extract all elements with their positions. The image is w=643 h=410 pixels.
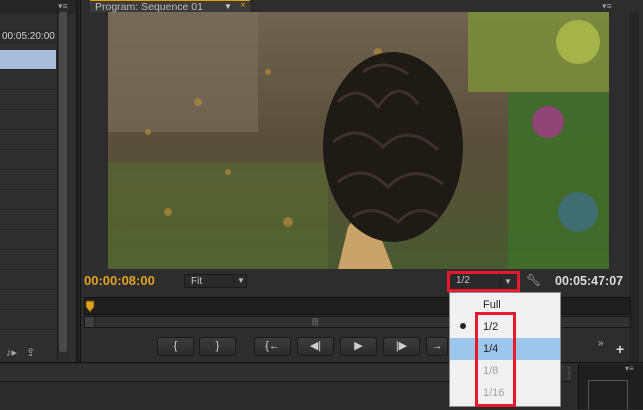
go-to-in-button[interactable]: {←: [254, 337, 291, 356]
add-button-icon[interactable]: +: [616, 342, 630, 356]
left-bottom-icons: ♪▸ ⇪: [6, 346, 60, 360]
list-item[interactable]: [0, 110, 56, 130]
left-timecode: 00:05:20:00: [0, 30, 56, 44]
mark-out-button[interactable]: }: [199, 337, 236, 356]
list-item[interactable]: [0, 170, 56, 190]
go-to-out-icon: →: [431, 340, 443, 352]
go-to-in-icon: {←: [265, 340, 280, 352]
step-forward-button[interactable]: |▶: [383, 337, 420, 356]
list-item[interactable]: [0, 190, 56, 210]
wrench-icon[interactable]: 🔧︎: [526, 272, 544, 288]
chevron-down-icon[interactable]: ▼: [500, 276, 514, 287]
annotation-highlight-box: [475, 312, 516, 407]
duration-timecode: 00:05:47:07: [555, 274, 624, 288]
step-back-icon: ◀|: [309, 340, 322, 352]
list-item[interactable]: [0, 150, 56, 170]
play-button[interactable]: ▶: [340, 337, 377, 356]
audio-toggle-icon[interactable]: ♪▸: [6, 347, 17, 359]
mark-in-icon: {: [173, 340, 178, 352]
chevron-down-icon[interactable]: ▼: [233, 276, 245, 286]
mark-in-button[interactable]: {: [157, 337, 194, 356]
selected-bullet-icon: [460, 323, 466, 329]
grip-icon[interactable]: |||: [312, 317, 322, 327]
grip-icon[interactable]: ⁞ ⁞: [568, 367, 574, 384]
list-item[interactable]: [0, 90, 56, 110]
list-item[interactable]: [0, 230, 56, 250]
current-timecode[interactable]: 00:00:08:00: [84, 273, 174, 289]
export-frame-icon[interactable]: ⇪: [26, 347, 35, 359]
step-forward-icon: |▶: [395, 340, 408, 352]
chevron-down-icon[interactable]: ▼: [224, 1, 236, 12]
list-item[interactable]: [0, 270, 56, 290]
left-track-list: [0, 50, 56, 335]
close-icon[interactable]: ×: [240, 0, 250, 12]
go-to-out-button[interactable]: →: [426, 337, 448, 356]
playhead-icon[interactable]: [85, 300, 95, 314]
play-icon: ▶: [354, 340, 363, 352]
list-item[interactable]: [0, 210, 56, 230]
panel-menu-icon[interactable]: ▾≡: [625, 364, 639, 374]
menu-item-label: Full: [483, 299, 501, 311]
panel-menu-icon[interactable]: ▾≡: [602, 0, 616, 12]
audio-meter: [588, 380, 628, 409]
zoom-handle[interactable]: [85, 317, 95, 327]
video-preview: [108, 12, 609, 269]
left-scrollbar-thumb[interactable]: [59, 12, 67, 352]
list-item[interactable]: [0, 250, 56, 270]
list-item[interactable]: [0, 70, 56, 90]
list-item[interactable]: [0, 290, 56, 310]
list-item[interactable]: [0, 50, 56, 70]
list-item[interactable]: [0, 130, 56, 150]
left-scrollbar[interactable]: [57, 8, 69, 360]
more-controls-icon[interactable]: »: [598, 338, 610, 350]
mark-out-icon: }: [215, 340, 220, 352]
list-item[interactable]: [0, 310, 56, 330]
step-back-button[interactable]: ◀|: [297, 337, 334, 356]
